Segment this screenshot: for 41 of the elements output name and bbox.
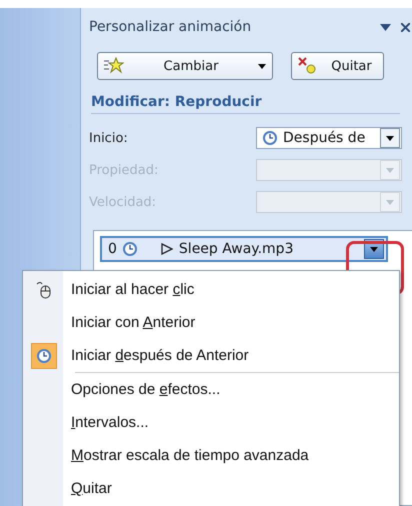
caret-icon	[386, 168, 394, 172]
dropdown-field[interactable]	[256, 191, 402, 213]
field-label: Velocidad:	[89, 194, 156, 210]
star-icon	[104, 57, 124, 75]
remove-effect-icon	[298, 57, 318, 75]
menu-item[interactable]: Iniciar después de Anterior	[23, 339, 399, 372]
dropdown-field[interactable]	[256, 159, 402, 181]
animation-list-item[interactable]: 0 Sleep Away.mp3	[100, 236, 388, 262]
dropdown-field[interactable]: Después de	[256, 127, 402, 149]
menu-item-label: Iniciar al hacer clic	[71, 281, 194, 298]
change-button[interactable]: Cambiar	[97, 52, 273, 80]
menu-item-label: Opciones de efectos...	[71, 381, 220, 398]
menu-item-label: Quitar	[71, 480, 112, 497]
field-label: Inicio:	[89, 130, 128, 146]
field-label: Propiedad:	[89, 162, 158, 178]
clock-icon	[37, 348, 51, 362]
item-name: Sleep Away.mp3	[178, 241, 294, 257]
menu-item[interactable]: Mostrar escala de tiempo avanzada	[23, 439, 399, 472]
dropdown-icon[interactable]	[380, 24, 391, 30]
menu-item-label: Iniciar después de Anterior	[71, 347, 249, 364]
menu-item-label: Mostrar escala de tiempo avanzada	[71, 447, 309, 464]
clock-icon	[263, 131, 277, 145]
menu-item[interactable]: Opciones de efectos...	[23, 373, 399, 406]
menu-item[interactable]: Quitar	[23, 472, 399, 505]
menu-item-label: Intervalos...	[71, 414, 149, 431]
order-number: 0	[108, 241, 117, 257]
caret-icon	[386, 136, 394, 140]
menu-item[interactable]: Iniciar con Anterior	[23, 306, 399, 339]
clock-icon	[122, 242, 137, 256]
menu-item-label: Iniciar con Anterior	[71, 314, 196, 331]
menu-item[interactable]: Iniciar al hacer clic	[23, 273, 399, 306]
menu-item[interactable]: Intervalos...	[23, 406, 399, 439]
play-icon	[160, 243, 173, 255]
caret-icon	[258, 64, 266, 68]
section-heading: Modificar: Reproducir	[91, 94, 400, 114]
caret-icon	[370, 246, 378, 252]
remove-button[interactable]: Quitar	[291, 52, 384, 80]
pane-title: Personalizar animación	[89, 19, 252, 35]
close-icon[interactable]	[401, 22, 410, 32]
caret-icon	[386, 200, 394, 204]
mouse-icon	[36, 280, 52, 298]
